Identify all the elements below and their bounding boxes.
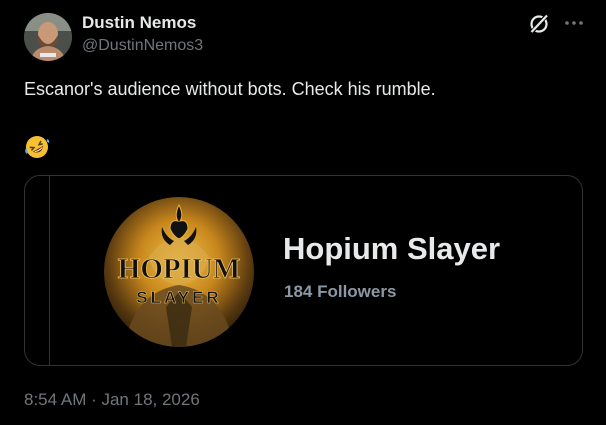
author-name[interactable]: Dustin Nemos [82,13,196,33]
logo-text-bottom: SLAYER [136,288,221,307]
hopium-slayer-logo: HOPIUM SLAYER [104,197,254,347]
author-handle[interactable]: @DustinNemos3 [82,37,203,55]
post-text: Escanor's audience without bots. Check h… [24,79,436,99]
logo-text-top: HOPIUM [118,253,240,285]
card-title: Hopium Slayer [283,231,501,266]
link-card[interactable]: HOPIUM SLAYER Hopium Slayer 184 Follower… [24,175,583,366]
post-timestamp[interactable]: 8:54 AM · Jan 18, 2026 [24,390,200,410]
grok-icon[interactable] [527,12,551,36]
avatar[interactable] [24,13,72,61]
more-icon[interactable] [563,12,585,34]
card-divider [49,176,50,365]
rolling-on-floor-laughing-emoji [24,134,50,160]
card-followers: 184 Followers [284,282,397,301]
